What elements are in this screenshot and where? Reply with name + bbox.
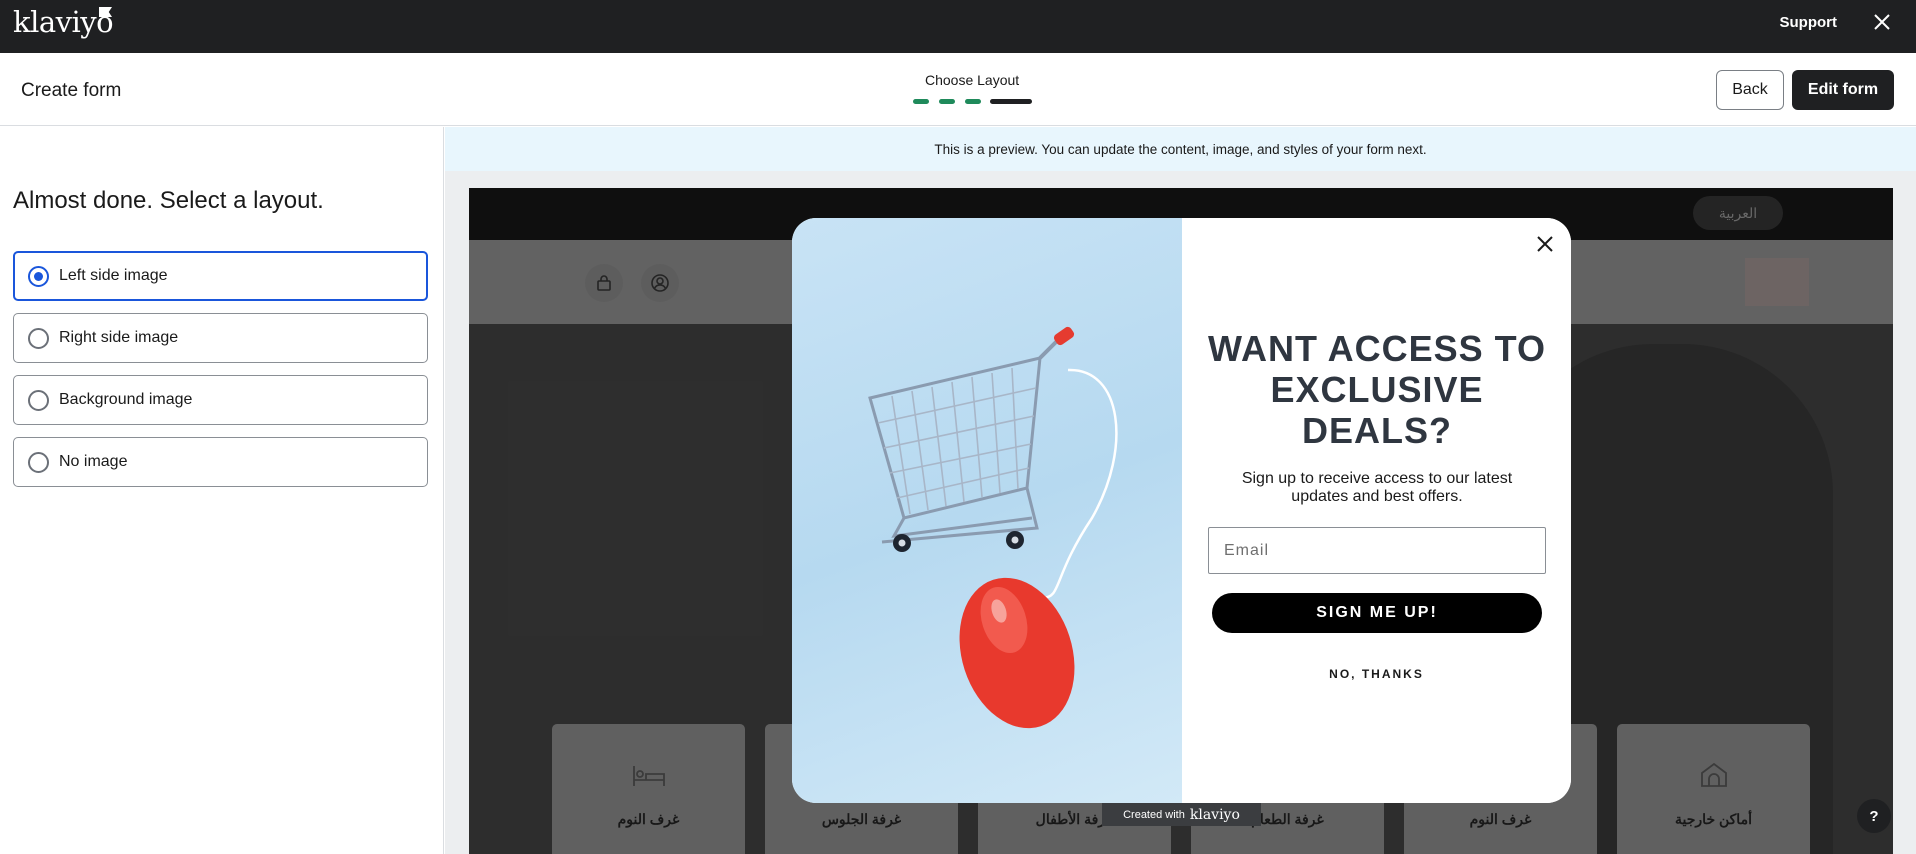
sidebar-heading: Almost done. Select a layout. xyxy=(13,187,324,214)
created-with-logo: klaviyo xyxy=(1189,806,1240,823)
popup-content: WANT ACCESS TO EXCLUSIVE DEALS? Sign up … xyxy=(1182,218,1571,803)
radio[interactable] xyxy=(28,327,49,349)
popup-side-image xyxy=(792,218,1182,803)
option-label: No image xyxy=(59,453,128,470)
page-title: Create form xyxy=(21,80,122,101)
popup-subtext: Sign up to receive access to our latest … xyxy=(1241,470,1513,505)
layout-sidebar: Almost done. Select a layout. Left side … xyxy=(0,127,444,854)
email-field[interactable] xyxy=(1208,527,1546,574)
step-3-indicator xyxy=(965,99,981,104)
step-label: Choose Layout xyxy=(925,72,1020,88)
layout-option-right-side-image[interactable]: Right side image xyxy=(13,313,428,363)
no-thanks-link[interactable]: NO, THANKS xyxy=(1182,667,1571,681)
option-label: Right side image xyxy=(59,329,179,346)
close-icon[interactable] xyxy=(1533,232,1557,256)
close-icon[interactable] xyxy=(1870,10,1894,34)
option-label: Left side image xyxy=(59,267,168,284)
created-with-prefix: Created with xyxy=(1123,808,1185,821)
created-with-badge[interactable]: Created with klaviyo xyxy=(1102,803,1261,826)
help-button[interactable]: ? xyxy=(1857,799,1891,833)
shopping-cart-mouse-illustration xyxy=(868,326,1118,729)
step-1-indicator xyxy=(913,99,929,104)
klaviyo-logo[interactable]: klaviyo xyxy=(13,5,114,39)
layout-option-left-side-image[interactable]: Left side image xyxy=(13,251,428,301)
layout-option-no-image[interactable]: No image xyxy=(13,437,428,487)
preview-banner: This is a preview. You can update the co… xyxy=(445,127,1916,171)
top-bar: klaviyo Support xyxy=(0,0,1916,53)
option-label: Background image xyxy=(59,391,193,408)
step-4-indicator xyxy=(990,99,1032,104)
support-link[interactable]: Support xyxy=(1780,14,1838,31)
radio-selected[interactable] xyxy=(28,265,49,287)
page-header: Create form Choose Layout Back Edit form xyxy=(0,53,1916,126)
popup-headline: WANT ACCESS TO EXCLUSIVE DEALS? xyxy=(1207,328,1547,451)
edit-form-button[interactable]: Edit form xyxy=(1792,70,1894,110)
radio[interactable] xyxy=(28,389,49,411)
layout-option-background-image[interactable]: Background image xyxy=(13,375,428,425)
signup-popup: WANT ACCESS TO EXCLUSIVE DEALS? Sign up … xyxy=(792,218,1571,803)
back-button[interactable]: Back xyxy=(1716,70,1784,110)
radio[interactable] xyxy=(28,451,49,473)
step-2-indicator xyxy=(939,99,955,104)
sign-up-button[interactable]: SIGN ME UP! xyxy=(1212,593,1542,633)
